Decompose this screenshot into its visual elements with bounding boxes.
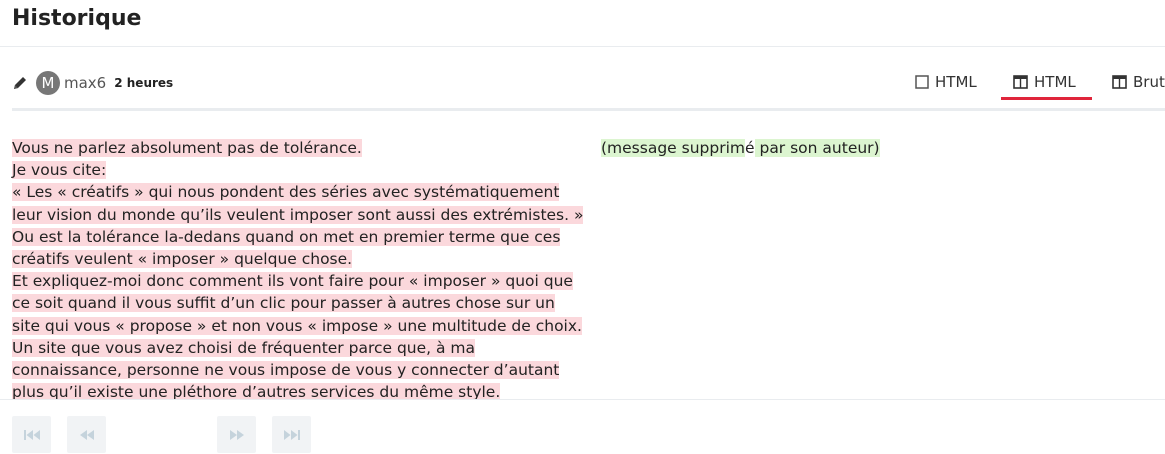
side-by-side-icon	[1112, 75, 1127, 89]
diff-line: Je vous cite:	[12, 159, 587, 181]
diff-line: Et expliquez-moi donc comment ils vont f…	[12, 270, 587, 337]
deleted-text: Je vous cite:	[12, 161, 107, 180]
next-revision-button[interactable]	[217, 416, 256, 453]
diff-line: Ou est la tolérance la-dedans quand on m…	[12, 226, 587, 270]
tab-label: Brut	[1133, 73, 1165, 91]
divider	[12, 108, 1165, 111]
diff-line: Vous ne parlez absolument pas de toléran…	[12, 137, 587, 159]
diff-old-column: Vous ne parlez absolument pas de toléran…	[12, 137, 587, 399]
inserted-text: par son auteur)	[754, 139, 880, 157]
active-tab-indicator	[1001, 97, 1092, 100]
deleted-text: Vous ne parlez absolument pas de toléran…	[12, 139, 362, 157]
last-icon	[283, 429, 300, 440]
history-nav	[0, 399, 1165, 454]
diff-line: Un site que vous avez choisi de fréquent…	[12, 337, 587, 399]
unchanged-text: é	[745, 139, 755, 157]
tab-html-side-by-side[interactable]: HTML	[1013, 64, 1076, 100]
inserted-text: (message supprim	[601, 139, 745, 157]
previous-revision-button[interactable]	[67, 416, 106, 453]
page-title: Historique	[12, 6, 142, 31]
deleted-text: « Les « créatifs » qui nous pondent des …	[12, 183, 584, 224]
deleted-text: Un site que vous avez choisi de fréquent…	[12, 338, 560, 399]
diff-content: Vous ne parlez absolument pas de toléran…	[0, 137, 1165, 399]
first-revision-button[interactable]	[12, 416, 51, 453]
view-tabs: HTML HTML Brut	[0, 64, 1165, 104]
first-icon	[23, 429, 40, 440]
deleted-text: Et expliquez-moi donc comment ils vont f…	[12, 272, 582, 335]
side-by-side-icon	[1013, 75, 1028, 89]
square-icon	[915, 75, 929, 89]
next-icon	[229, 429, 244, 440]
diff-line: « Les « créatifs » qui nous pondent des …	[12, 181, 587, 225]
tab-html-inline[interactable]: HTML	[915, 64, 977, 100]
previous-icon	[79, 429, 94, 440]
page-header: Historique	[0, 0, 1165, 47]
tab-label: HTML	[1034, 73, 1076, 91]
tab-raw[interactable]: Brut	[1112, 64, 1165, 100]
tab-label: HTML	[935, 73, 977, 91]
deleted-text: Ou est la tolérance la-dedans quand on m…	[12, 227, 561, 269]
diff-new-column: (message supprimé par son auteur)	[601, 137, 1161, 159]
last-revision-button[interactable]	[272, 416, 311, 453]
